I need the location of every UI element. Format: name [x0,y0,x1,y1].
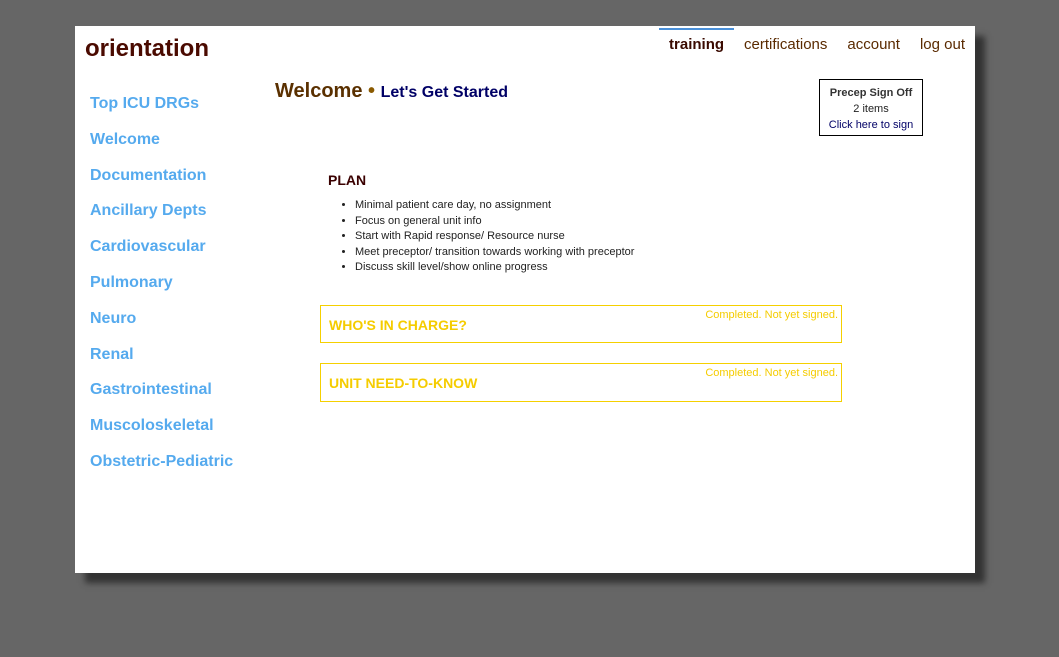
plan-list: Minimal patient care day, no assignment … [328,198,634,276]
sidebar-item-muscoloskeletal[interactable]: Muscoloskeletal [90,414,233,450]
precep-signoff-box: Precep Sign Off 2 items Click here to si… [819,79,923,136]
nav-training[interactable]: training [659,28,735,64]
list-item: Meet preceptor/ transition towards worki… [355,245,634,261]
sidebar-item-renal[interactable]: Renal [90,343,233,379]
signoff-post: to sign [877,119,914,131]
list-item: Start with Rapid response/ Resource nurs… [355,229,634,245]
section-status: Completed. Not yet signed. [705,309,838,321]
plan-heading: PLAN [328,172,367,188]
sidebar-item-neuro[interactable]: Neuro [90,307,233,343]
sidebar-item-pulmonary[interactable]: Pulmonary [90,271,233,307]
title-text: Welcome [275,80,363,102]
section-whos-in-charge[interactable]: WHO'S IN CHARGE? Completed. Not yet sign… [320,305,842,343]
top-nav: training certifications account log out [659,28,975,64]
signoff-pre: Click [828,119,856,131]
signoff-title: Precep Sign Off [829,87,913,99]
main-window: orientation training certifications acco… [75,26,975,573]
logo: orientation [85,35,209,62]
list-item: Discuss skill level/show online progress [355,260,634,276]
list-item: Focus on general unit info [355,214,634,230]
sidebar-item-ancillary-depts[interactable]: Ancillary Depts [90,199,233,235]
sidebar-item-gastrointestinal[interactable]: Gastrointestinal [90,378,233,414]
signoff-link[interactable]: Click here to sign [829,119,913,131]
section-unit-need-to-know[interactable]: UNIT NEED-TO-KNOW Completed. Not yet sig… [320,363,842,402]
sidebar-item-documentation[interactable]: Documentation [90,164,233,200]
title-separator: • [368,80,376,102]
sidebar-item-cardiovascular[interactable]: Cardiovascular [90,235,233,271]
section-status: Completed. Not yet signed. [705,367,838,379]
plan-section: PLAN Minimal patient care day, no assign… [328,172,634,276]
sidebar-item-top-icu-drgs[interactable]: Top ICU DRGs [90,92,233,128]
sidebar-item-welcome[interactable]: Welcome [90,128,233,164]
section-title: WHO'S IN CHARGE? [329,317,467,333]
page-title: Welcome • Let's Get Started [275,80,508,103]
page-subtitle: Let's Get Started [380,84,508,101]
signoff-count: 2 items [853,103,889,115]
list-item: Minimal patient care day, no assignment [355,198,634,214]
sidebar-item-obstetric-pediatric[interactable]: Obstetric-Pediatric [90,450,233,486]
nav-certifications[interactable]: certifications [734,28,837,64]
nav-log-out[interactable]: log out [910,28,975,64]
signoff-here[interactable]: here [856,119,878,131]
section-title: UNIT NEED-TO-KNOW [329,375,478,391]
sidebar: Top ICU DRGs Welcome Documentation Ancil… [90,92,233,486]
nav-account[interactable]: account [837,28,910,64]
